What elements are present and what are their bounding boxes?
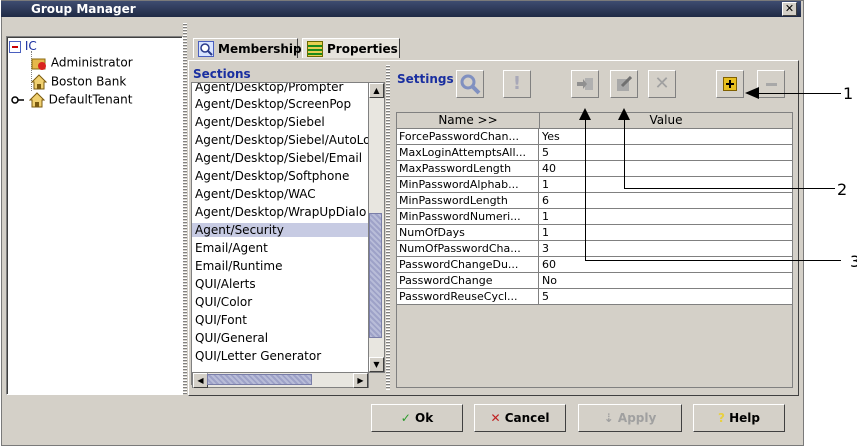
- help-button[interactable]: ? Help: [693, 404, 785, 432]
- exclamation-icon: !: [512, 73, 522, 94]
- tree-item-defaulttenant[interactable]: DefaultTenant: [11, 92, 132, 108]
- scroll-right-button[interactable]: ▶: [353, 373, 368, 388]
- column-header-name[interactable]: Name >>: [397, 113, 540, 129]
- callout-line-3-vertical: [585, 112, 586, 261]
- magnifier-icon: [198, 41, 214, 57]
- properties-grid-icon: [307, 41, 323, 57]
- delete-button[interactable]: ✕: [648, 70, 676, 98]
- settings-label: Settings: [397, 72, 454, 86]
- list-item-selected[interactable]: Agent/Security: [192, 223, 368, 237]
- list-item[interactable]: Agent/Desktop/Siebel: [195, 115, 325, 129]
- scroll-left-button[interactable]: ◀: [193, 373, 208, 388]
- scroll-thumb[interactable]: [207, 374, 312, 385]
- add-button[interactable]: [716, 70, 744, 98]
- add-icon: [723, 77, 737, 91]
- callout-label-3: 3: [850, 252, 857, 271]
- arrowhead-icon: [579, 108, 591, 120]
- ok-label: Ok: [415, 411, 434, 425]
- title-bar: Group Manager ✕: [1, 1, 801, 17]
- tree-item-boston-bank[interactable]: Boston Bank: [31, 74, 126, 90]
- exclamation-button[interactable]: !: [503, 70, 531, 98]
- table-row[interactable]: MinPasswordNumeri... 1: [397, 209, 792, 225]
- arrowhead-icon: [618, 108, 630, 120]
- sections-horizontal-scrollbar[interactable]: ◀ ▶: [192, 372, 369, 388]
- tree-item-administrator[interactable]: Administrator: [31, 55, 133, 71]
- scroll-up-button[interactable]: ▲: [369, 83, 384, 98]
- list-item[interactable]: Agent/Desktop/Siebel/Email: [195, 151, 362, 165]
- list-item[interactable]: QUI/Letter Generator: [195, 349, 321, 363]
- window-title: Group Manager: [31, 2, 136, 16]
- list-item[interactable]: QUI/Font: [195, 313, 247, 327]
- edit-button[interactable]: [610, 70, 638, 98]
- splitter-handle[interactable]: [386, 64, 390, 390]
- checkmark-icon: ✓: [400, 411, 411, 425]
- sections-vertical-scrollbar[interactable]: ▲ ▼: [368, 82, 385, 373]
- callout-line-3-horizontal: [585, 260, 841, 261]
- delete-icon: ✕: [654, 73, 670, 94]
- list-item[interactable]: Agent/Desktop/Prompter: [195, 83, 343, 94]
- search-button[interactable]: [456, 70, 484, 98]
- house-icon: [28, 92, 45, 108]
- column-header-value[interactable]: Value: [540, 113, 792, 129]
- table-row[interactable]: ForcePasswordChan... Yes: [397, 129, 792, 145]
- apply-label: Apply: [617, 411, 657, 425]
- table-row[interactable]: MinPasswordAlphab... 1: [397, 177, 792, 193]
- list-item[interactable]: Agent/Desktop/WrapUpDialo: [195, 205, 366, 219]
- scroll-down-button[interactable]: ▼: [369, 357, 384, 372]
- apply-icon: ⇣: [603, 411, 614, 425]
- list-item[interactable]: Email/Runtime: [195, 259, 282, 273]
- remove-icon: [766, 83, 777, 86]
- close-button[interactable]: ✕: [782, 2, 797, 16]
- admin-folder-icon: [31, 58, 46, 70]
- cancel-button[interactable]: ✕ Cancel: [474, 404, 566, 432]
- help-icon: ?: [717, 411, 725, 425]
- table-row[interactable]: MaxPasswordLength 40: [397, 161, 792, 177]
- ok-button[interactable]: ✓ Ok: [371, 404, 463, 432]
- list-item[interactable]: Agent/Desktop/Softphone: [195, 169, 349, 183]
- tab-membership[interactable]: Membership: [193, 38, 302, 58]
- help-label: Help: [729, 411, 761, 425]
- tree-item-label: Boston Bank: [50, 74, 127, 89]
- sections-list[interactable]: Agent/Desktop/Prompter Agent/Desktop/Scr…: [191, 82, 369, 385]
- callout-label-1: 1: [843, 84, 854, 103]
- table-row[interactable]: NumOfDays 1: [397, 225, 792, 241]
- list-item[interactable]: QUI/Alerts: [195, 277, 256, 291]
- tab-label: Properties: [327, 42, 398, 56]
- tab-label: Membership: [218, 42, 302, 56]
- settings-table[interactable]: Name >> Value ForcePasswordChan... Yes Ma…: [396, 112, 793, 388]
- scroll-thumb[interactable]: [369, 213, 382, 338]
- import-icon: [577, 78, 593, 90]
- cancel-label: Cancel: [504, 411, 550, 425]
- list-item[interactable]: Agent/Desktop/ScreenPop: [195, 97, 351, 111]
- tab-properties[interactable]: Properties: [302, 38, 400, 58]
- table-row[interactable]: MinPasswordLength 6: [397, 193, 792, 209]
- splitter-handle[interactable]: [183, 22, 187, 394]
- list-item[interactable]: Agent/Desktop/WAC: [195, 187, 316, 201]
- callout-line-2-vertical: [624, 112, 625, 189]
- expander-minus-icon[interactable]: [9, 40, 21, 53]
- cross-icon: ✕: [490, 411, 501, 425]
- tree-item-label: Administrator: [50, 55, 133, 70]
- table-row[interactable]: PasswordReuseCycl... 5: [397, 289, 792, 305]
- group-tree[interactable]: IC Administrator Boston Bank DefaultTena…: [6, 36, 183, 395]
- list-item[interactable]: Email/Agent: [195, 241, 268, 255]
- apply-button[interactable]: ⇣ Apply: [578, 404, 682, 432]
- list-item[interactable]: QUI/General: [195, 331, 268, 345]
- callout-line-1: [757, 93, 841, 94]
- table-row[interactable]: MaxLoginAttemptsAll... 5: [397, 145, 792, 161]
- tree-item-label: DefaultTenant: [48, 92, 133, 107]
- expander-key-icon[interactable]: [11, 95, 25, 105]
- table-row[interactable]: NumOfPasswordCha... 3: [397, 241, 792, 257]
- list-item[interactable]: QUI/Color: [195, 295, 252, 309]
- sections-label: Sections: [193, 67, 251, 81]
- edit-icon: [617, 75, 633, 91]
- callout-label-2: 2: [837, 180, 848, 199]
- arrowhead-icon: [745, 87, 759, 99]
- table-row[interactable]: PasswordChange No: [397, 273, 792, 289]
- search-icon: [460, 74, 481, 95]
- house-icon: [31, 74, 47, 90]
- import-button[interactable]: [571, 70, 599, 98]
- list-item[interactable]: Agent/Desktop/Siebel/AutoLo: [195, 133, 368, 147]
- callout-line-2-horizontal: [624, 188, 835, 189]
